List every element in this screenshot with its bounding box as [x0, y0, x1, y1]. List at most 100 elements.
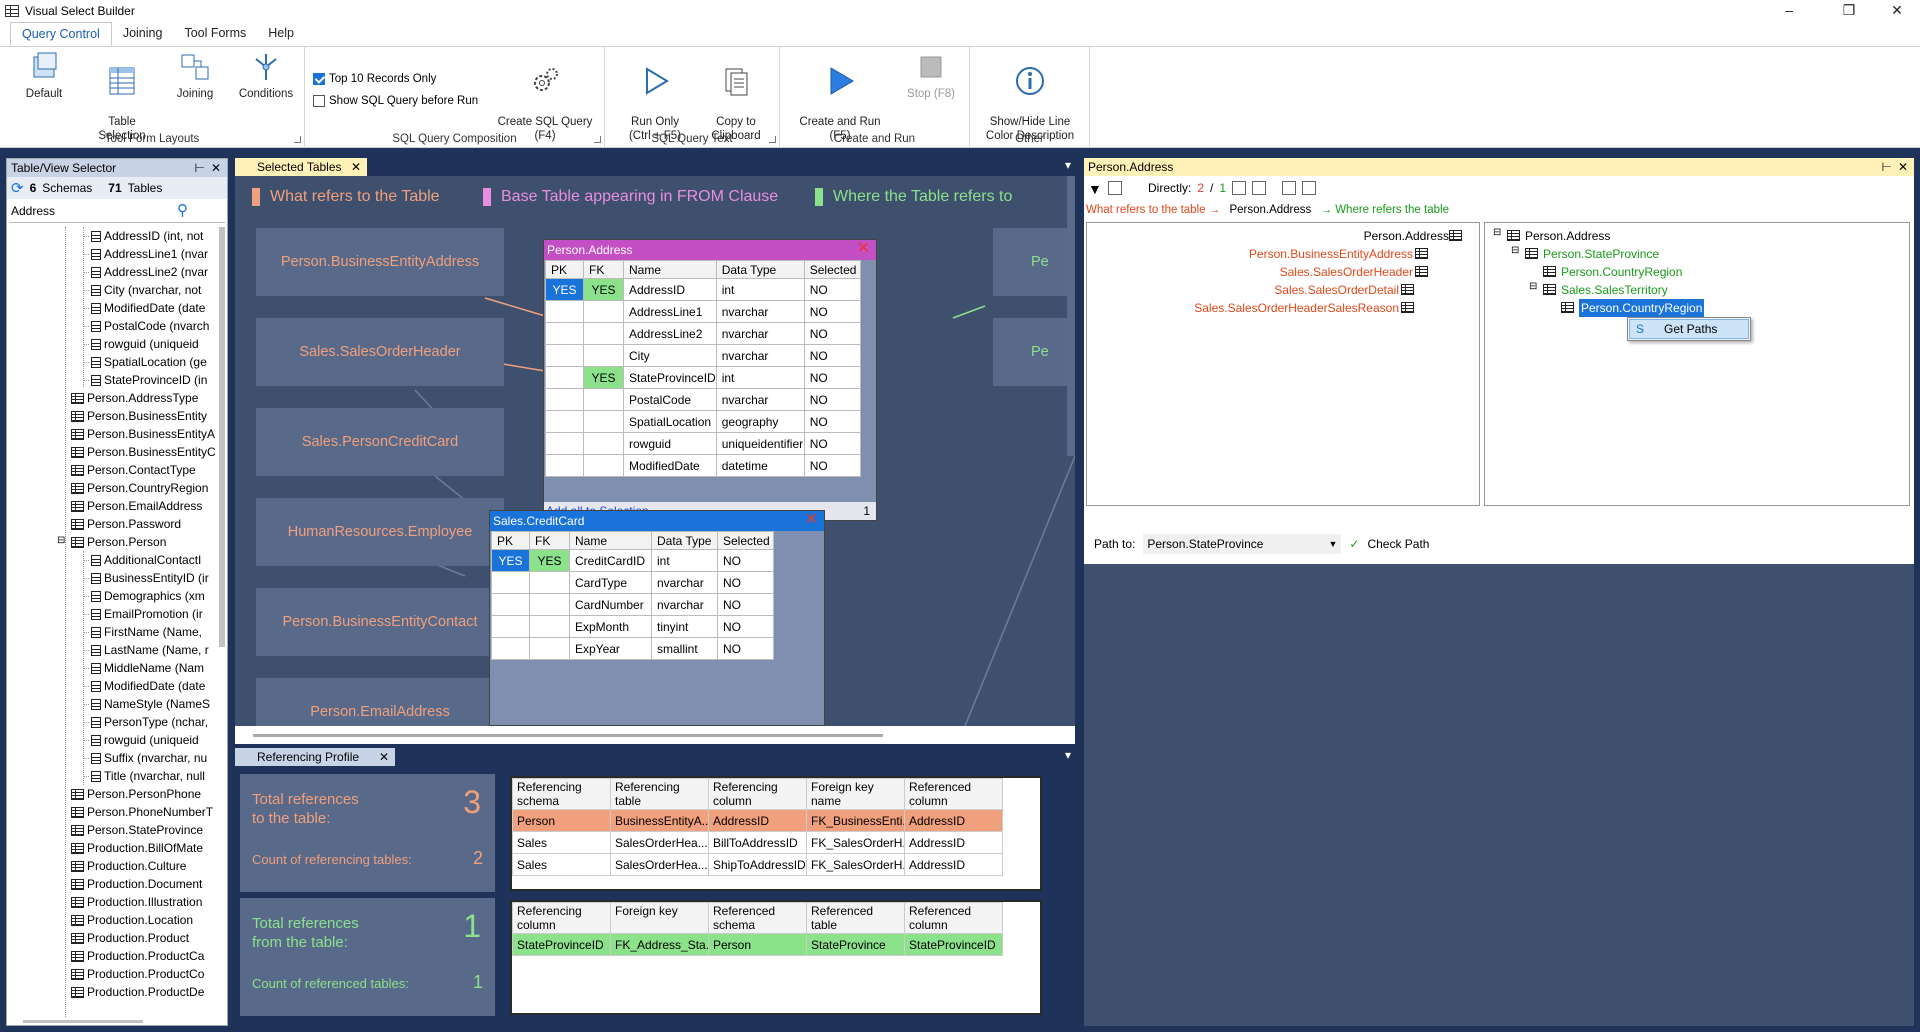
grid-cell[interactable]: YES — [583, 366, 624, 389]
grid-cell[interactable] — [529, 593, 570, 616]
tree-column-item[interactable]: LastName (Name, r — [91, 641, 219, 659]
grid-cell[interactable] — [545, 410, 584, 433]
layout-grid-icon[interactable] — [1232, 181, 1247, 195]
columns-grid[interactable]: PK FK Name Data Type Selected YES YES AddressID… — [545, 260, 861, 477]
close-icon[interactable]: ✕ — [211, 159, 221, 177]
grid-cell[interactable]: datetime — [715, 454, 805, 477]
tree-column-item[interactable]: Title (nvarchar, null — [91, 767, 219, 785]
stop-button[interactable]: Stop (F8) — [896, 51, 966, 101]
grid-header[interactable]: Referencing schema — [512, 778, 611, 810]
tree-column-item[interactable]: rowguid (uniqueid — [91, 335, 219, 353]
grid-row[interactable]: Person BusinessEntityA... AddressID FK_Busi… — [512, 809, 1003, 832]
tree-column-item[interactable]: ModifiedDate (date — [91, 677, 219, 695]
tree-column-item[interactable]: AdditionalContactI — [91, 551, 219, 569]
tree-column-item[interactable]: MiddleName (Nam — [91, 659, 219, 677]
pin-icon[interactable]: ⊢ — [1882, 158, 1892, 176]
tree-table-item[interactable]: Production.ProductCo — [71, 965, 219, 983]
tree-hscrollbar[interactable] — [23, 1020, 143, 1023]
maximize-button[interactable]: ❐ — [1826, 0, 1872, 22]
tree-column-item[interactable]: ModifiedDate (date — [91, 299, 219, 317]
tree-column-item[interactable]: AddressLine2 (nvar — [91, 263, 219, 281]
grid-header[interactable]: Selected — [717, 531, 774, 550]
grid-cell[interactable] — [529, 615, 570, 638]
tree-table-item[interactable]: Person.PhoneNumberT — [71, 803, 219, 821]
grid-header[interactable]: Referenced table — [806, 902, 905, 934]
grid-cell[interactable]: NO — [803, 278, 861, 301]
close-window-icon[interactable]: ✕ — [857, 240, 870, 258]
grid-cell[interactable] — [491, 615, 530, 638]
grid-header[interactable]: Foreign key name — [806, 778, 905, 810]
grid-cell[interactable]: AddressID — [708, 809, 807, 832]
referenced-tree[interactable]: ⊟ Person.Address ⊟ Person.StateProvince … — [1484, 222, 1910, 506]
tree-column-item[interactable]: AddressID (int, not — [91, 227, 219, 245]
entity-box[interactable]: Sales.PersonCreditCard — [256, 408, 504, 476]
tree-column-item[interactable]: SpatialLocation (ge — [91, 353, 219, 371]
entity-box[interactable]: Person.BusinessEntityContact — [256, 588, 504, 656]
grid-cell[interactable]: FK_Address_Sta... — [610, 933, 709, 956]
grid-header[interactable]: Referencing column — [512, 902, 611, 934]
tree-node-root[interactable]: Person.Address — [1364, 227, 1449, 245]
tree-table-item[interactable]: Production.Illustration — [71, 893, 219, 911]
tree-node-root[interactable]: Person.Address — [1525, 227, 1610, 245]
references-from-grid[interactable]: Referencing column Foreign key Referenced … — [510, 900, 1042, 1015]
grid-cell[interactable]: Person — [708, 933, 807, 956]
table-selection-layout-button[interactable]: Table Selection — [92, 51, 152, 143]
tree-node-selected[interactable]: Person.CountryRegion — [1579, 299, 1705, 317]
show-sql-checkbox[interactable]: Show SQL Query before Run — [313, 95, 478, 107]
grid-header[interactable]: PK — [545, 260, 584, 279]
tree-table-item[interactable]: Production.Document — [71, 875, 219, 893]
tree-node[interactable]: Person.BusinessEntityAddress — [1249, 245, 1413, 263]
tree-column-item[interactable]: Suffix (nvarchar, nu — [91, 749, 219, 767]
tree-table-item[interactable]: Person.Person — [71, 533, 219, 551]
grid-cell[interactable]: AddressID — [904, 809, 1003, 832]
tab-joining[interactable]: Joining — [112, 22, 174, 46]
grid-row[interactable]: YES YES AddressID int NO — [545, 278, 861, 301]
grid-cell[interactable]: AddressID — [904, 831, 1003, 854]
grid-cell[interactable] — [583, 454, 624, 477]
grid-header[interactable]: Referencing column — [708, 778, 807, 810]
grid-cell[interactable]: NO — [717, 549, 774, 572]
create-sql-query-button[interactable]: Create SQL Query (F4) — [495, 51, 595, 143]
grid-cell[interactable] — [545, 388, 584, 411]
tree-column-item[interactable]: StateProvinceID (in — [91, 371, 219, 389]
grid-cell[interactable]: YES — [529, 549, 570, 572]
grid-cell[interactable] — [583, 300, 624, 323]
grid-row[interactable]: YES YES CreditCardID int NO — [491, 549, 774, 572]
grid-cell[interactable]: NO — [803, 344, 861, 367]
diagram-canvas[interactable]: What refers to the Table Base Table appe… — [235, 176, 1075, 726]
split-vertical-icon[interactable] — [1302, 181, 1317, 195]
tree-table-item[interactable]: Person.ContactType — [71, 461, 219, 479]
tree-table-item[interactable]: Person.EmailAddress — [71, 497, 219, 515]
grid-cell[interactable]: Sales — [512, 831, 611, 854]
grid-cell[interactable]: AddressLine1 — [623, 300, 717, 323]
grid-row[interactable]: CardNumber nvarchar NO — [491, 593, 774, 616]
grid-row[interactable]: ExpYear smallint NO — [491, 637, 774, 660]
minimize-button[interactable]: – — [1766, 0, 1812, 22]
show-hide-line-color-button[interactable]: Show/Hide Line Color Description — [978, 51, 1082, 143]
grid-cell[interactable]: Person — [512, 809, 611, 832]
grid-row[interactable]: ExpMonth tinyint NO — [491, 615, 774, 638]
table-window-header[interactable]: Sales.CreditCard ✕ — [490, 511, 824, 531]
refresh-icon[interactable]: ⟳ — [11, 179, 24, 197]
grid-cell[interactable]: CreditCardID — [569, 549, 652, 572]
tree-node[interactable]: Sales.SalesOrderDetail — [1274, 281, 1399, 299]
grid-cell[interactable]: NO — [803, 432, 861, 455]
grid-cell[interactable]: StateProvinceID — [512, 933, 611, 956]
tree-table-item[interactable]: Production.ProductCa — [71, 947, 219, 965]
grid-cell[interactable]: int — [715, 366, 805, 389]
grid-cell[interactable] — [491, 637, 530, 660]
default-layout-button[interactable]: Default — [16, 51, 72, 101]
grid-cell[interactable]: rowguid — [623, 432, 717, 455]
tab-help[interactable]: Help — [257, 22, 305, 46]
tab-menu-icon[interactable]: ▾ — [1065, 158, 1071, 172]
grid-cell[interactable] — [545, 454, 584, 477]
grid-cell[interactable]: nvarchar — [715, 388, 805, 411]
get-paths-menu-item[interactable]: S Get Paths — [1629, 319, 1749, 339]
grid-cell[interactable]: SpatialLocation — [623, 410, 717, 433]
grid-cell[interactable] — [545, 322, 584, 345]
grid-cell[interactable] — [583, 344, 624, 367]
tree-column-item[interactable]: City (nvarchar, not — [91, 281, 219, 299]
grid-cell[interactable]: NO — [803, 300, 861, 323]
grid-header[interactable]: Foreign key — [610, 902, 709, 934]
close-tab-icon[interactable]: ✕ — [379, 748, 389, 766]
